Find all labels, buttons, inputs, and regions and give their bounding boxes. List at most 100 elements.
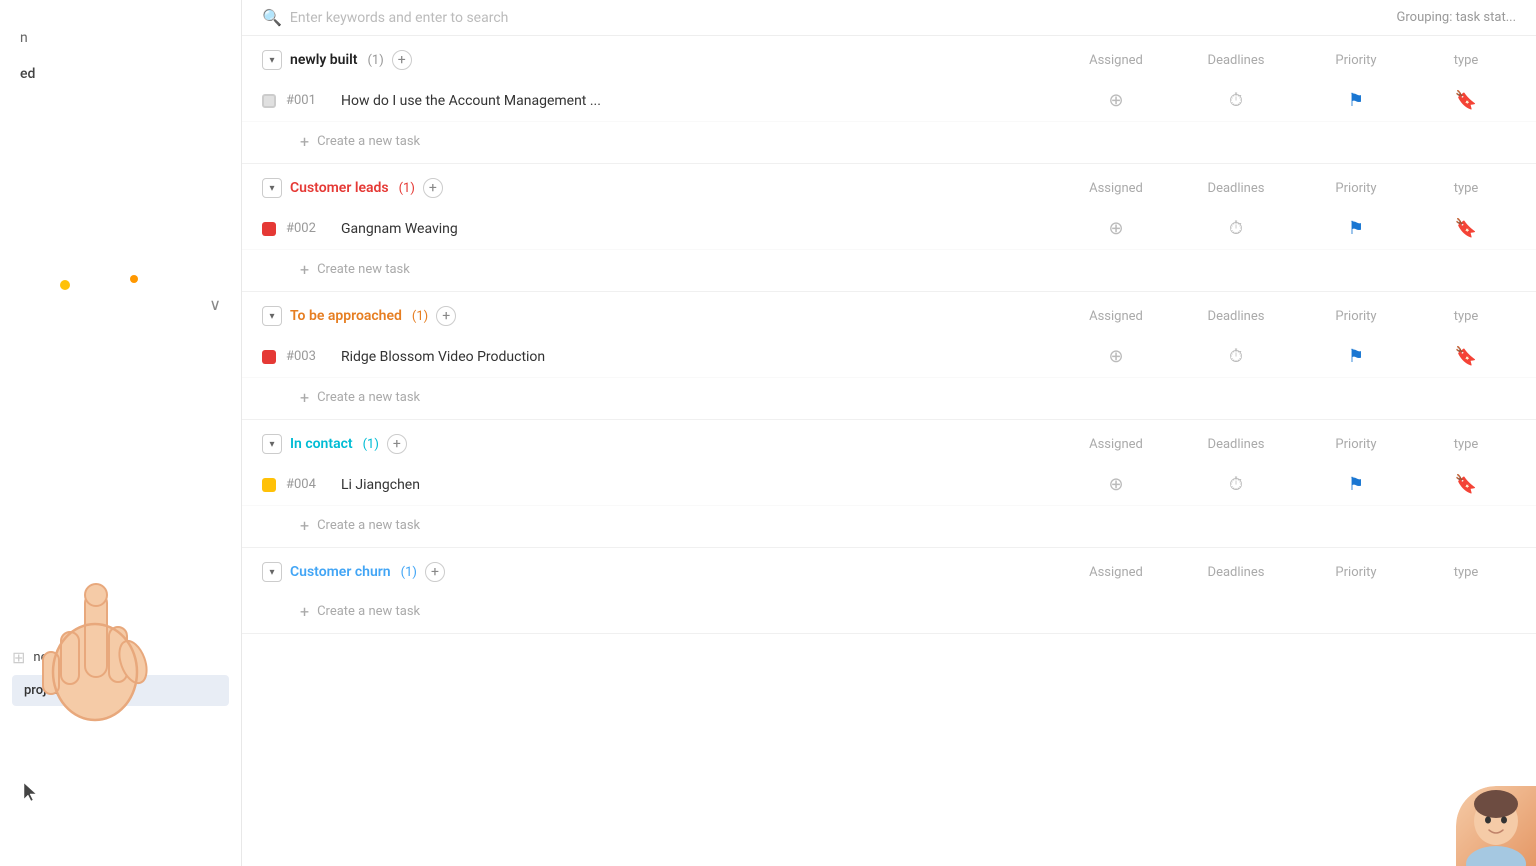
section-header-customer-leads: ▾Customer leads(1)+AssignedDeadlinesPrio… bbox=[242, 164, 1536, 208]
grouping-label[interactable]: Grouping: task stat... bbox=[1397, 10, 1516, 25]
main-content: 🔍 Enter keywords and enter to search Gro… bbox=[242, 0, 1536, 866]
col-header-type-customer-churn: type bbox=[1416, 565, 1516, 580]
task-status-dot bbox=[262, 222, 276, 236]
new-project-item[interactable]: ⊞ new project bbox=[12, 640, 229, 675]
col-header-priority-newly-built: Priority bbox=[1296, 53, 1416, 68]
collapse-btn-in-contact[interactable]: ▾ bbox=[262, 434, 282, 454]
create-task-label: Create new task bbox=[317, 262, 410, 277]
project-label: project bbox=[24, 683, 64, 698]
col-header-type-in-contact: type bbox=[1416, 437, 1516, 452]
avatar-face bbox=[1456, 786, 1536, 866]
section-title-customer-churn: Customer churn bbox=[290, 564, 391, 580]
task-id: #002 bbox=[286, 221, 331, 236]
deadline-icon[interactable]: ⏱ bbox=[1176, 90, 1296, 111]
section-title-customer-leads: Customer leads bbox=[290, 180, 389, 196]
section-header-newly-built: ▾newly built(1)+AssignedDeadlinesPriorit… bbox=[242, 36, 1536, 80]
assigned-icon[interactable]: ⊕ bbox=[1056, 346, 1176, 367]
section-newly-built: ▾newly built(1)+AssignedDeadlinesPriorit… bbox=[242, 36, 1536, 164]
col-header-type-customer-leads: type bbox=[1416, 181, 1516, 196]
priority-flag-icon[interactable]: ⚑ bbox=[1296, 90, 1416, 111]
section-header-to-be-approached: ▾To be approached(1)+AssignedDeadlinesPr… bbox=[242, 292, 1536, 336]
new-project-label: new project bbox=[33, 650, 100, 665]
plus-icon: + bbox=[300, 260, 309, 279]
table-row[interactable]: #002 Gangnam Weaving ⊕⏱⚑🔖 bbox=[242, 208, 1536, 250]
task-id: #003 bbox=[286, 349, 331, 364]
create-task-row[interactable]: +Create a new task bbox=[242, 592, 1536, 633]
priority-flag-icon[interactable]: ⚑ bbox=[1296, 346, 1416, 367]
col-header-deadlines-customer-leads: Deadlines bbox=[1176, 181, 1296, 196]
task-status-dot bbox=[262, 478, 276, 492]
deadline-icon[interactable]: ⏱ bbox=[1176, 474, 1296, 495]
task-name[interactable]: How do I use the Account Management ... bbox=[341, 93, 601, 109]
type-bookmark-icon[interactable]: 🔖 bbox=[1416, 90, 1516, 111]
sidebar-bottom: ⊞ new project project bbox=[0, 640, 241, 706]
create-task-label: Create a new task bbox=[317, 604, 420, 619]
sidebar-item-n[interactable]: n bbox=[0, 20, 241, 56]
search-left: 🔍 Enter keywords and enter to search bbox=[262, 8, 1397, 27]
task-status-dot bbox=[262, 94, 276, 108]
type-bookmark-icon[interactable]: 🔖 bbox=[1416, 474, 1516, 495]
create-task-row[interactable]: + Create a new task bbox=[242, 506, 1536, 547]
plus-icon: + bbox=[300, 516, 309, 535]
priority-flag-icon[interactable]: ⚑ bbox=[1296, 218, 1416, 239]
add-task-btn-in-contact[interactable]: + bbox=[387, 434, 407, 454]
plus-icon: + bbox=[300, 132, 309, 151]
assigned-icon[interactable]: ⊕ bbox=[1056, 474, 1176, 495]
task-name[interactable]: Gangnam Weaving bbox=[341, 221, 458, 237]
section-count-in-contact: (1) bbox=[363, 437, 379, 452]
deadline-icon[interactable]: ⏱ bbox=[1176, 218, 1296, 239]
add-task-btn-newly-built[interactable]: + bbox=[392, 50, 412, 70]
section-in-contact: ▾In contact(1)+AssignedDeadlinesPriority… bbox=[242, 420, 1536, 548]
collapse-btn-customer-churn[interactable]: ▾ bbox=[262, 562, 282, 582]
col-header-assigned-in-contact: Assigned bbox=[1056, 437, 1176, 452]
col-header-type-to-be-approached: type bbox=[1416, 309, 1516, 324]
task-name[interactable]: Li Jiangchen bbox=[341, 477, 420, 493]
avatar bbox=[1456, 786, 1536, 866]
col-header-priority-in-contact: Priority bbox=[1296, 437, 1416, 452]
task-status-dot bbox=[262, 350, 276, 364]
col-header-priority-customer-churn: Priority bbox=[1296, 565, 1416, 580]
type-bookmark-icon[interactable]: 🔖 bbox=[1416, 346, 1516, 367]
collapse-btn-newly-built[interactable]: ▾ bbox=[262, 50, 282, 70]
col-header-assigned-to-be-approached: Assigned bbox=[1056, 309, 1176, 324]
create-task-row[interactable]: +Create a new task bbox=[242, 122, 1536, 163]
create-task-row[interactable]: +Create a new task bbox=[242, 378, 1536, 419]
collapse-btn-customer-leads[interactable]: ▾ bbox=[262, 178, 282, 198]
sections-container: ▾newly built(1)+AssignedDeadlinesPriorit… bbox=[242, 36, 1536, 634]
create-task-row[interactable]: + Create new task bbox=[242, 250, 1536, 291]
assigned-icon[interactable]: ⊕ bbox=[1056, 218, 1176, 239]
add-task-btn-customer-churn[interactable]: + bbox=[425, 562, 445, 582]
task-name[interactable]: Ridge Blossom Video Production bbox=[341, 349, 545, 365]
col-header-deadlines-customer-churn: Deadlines bbox=[1176, 565, 1296, 580]
section-header-customer-churn: ▾Customer churn(1)+AssignedDeadlinesPrio… bbox=[242, 548, 1536, 592]
deco-dot-orange bbox=[130, 275, 138, 283]
deco-dot-yellow bbox=[60, 280, 70, 290]
plus-icon: + bbox=[300, 388, 309, 407]
assigned-icon[interactable]: ⊕ bbox=[1056, 90, 1176, 111]
sidebar: n ed ∨ ⊞ new project project bbox=[0, 0, 242, 866]
add-task-btn-customer-leads[interactable]: + bbox=[423, 178, 443, 198]
priority-flag-icon[interactable]: ⚑ bbox=[1296, 474, 1416, 495]
search-icon: 🔍 bbox=[262, 8, 282, 27]
add-task-btn-to-be-approached[interactable]: + bbox=[436, 306, 456, 326]
table-row[interactable]: #001How do I use the Account Management … bbox=[242, 80, 1536, 122]
col-header-deadlines-to-be-approached: Deadlines bbox=[1176, 309, 1296, 324]
section-customer-leads: ▾Customer leads(1)+AssignedDeadlinesPrio… bbox=[242, 164, 1536, 292]
col-header-type-newly-built: type bbox=[1416, 53, 1516, 68]
table-row[interactable]: #003 Ridge Blossom Video Production ⊕⏱⚑🔖 bbox=[242, 336, 1536, 378]
deadline-icon[interactable]: ⏱ bbox=[1176, 346, 1296, 367]
table-row[interactable]: #004Li Jiangchen⊕⏱⚑🔖 bbox=[242, 464, 1536, 506]
col-header-assigned-customer-leads: Assigned bbox=[1056, 181, 1176, 196]
type-bookmark-icon[interactable]: 🔖 bbox=[1416, 218, 1516, 239]
sidebar-label-ed: ed bbox=[0, 56, 241, 92]
new-project-icon: ⊞ bbox=[12, 648, 25, 667]
col-header-assigned-customer-churn: Assigned bbox=[1056, 565, 1176, 580]
create-task-label: Create a new task bbox=[317, 518, 420, 533]
collapse-btn-to-be-approached[interactable]: ▾ bbox=[262, 306, 282, 326]
project-item-active[interactable]: project bbox=[12, 675, 229, 706]
search-placeholder[interactable]: Enter keywords and enter to search bbox=[290, 10, 508, 26]
section-count-to-be-approached: (1) bbox=[412, 309, 428, 324]
sidebar-chevron[interactable]: ∨ bbox=[209, 295, 221, 314]
cursor-arrow bbox=[20, 781, 50, 811]
col-header-deadlines-newly-built: Deadlines bbox=[1176, 53, 1296, 68]
